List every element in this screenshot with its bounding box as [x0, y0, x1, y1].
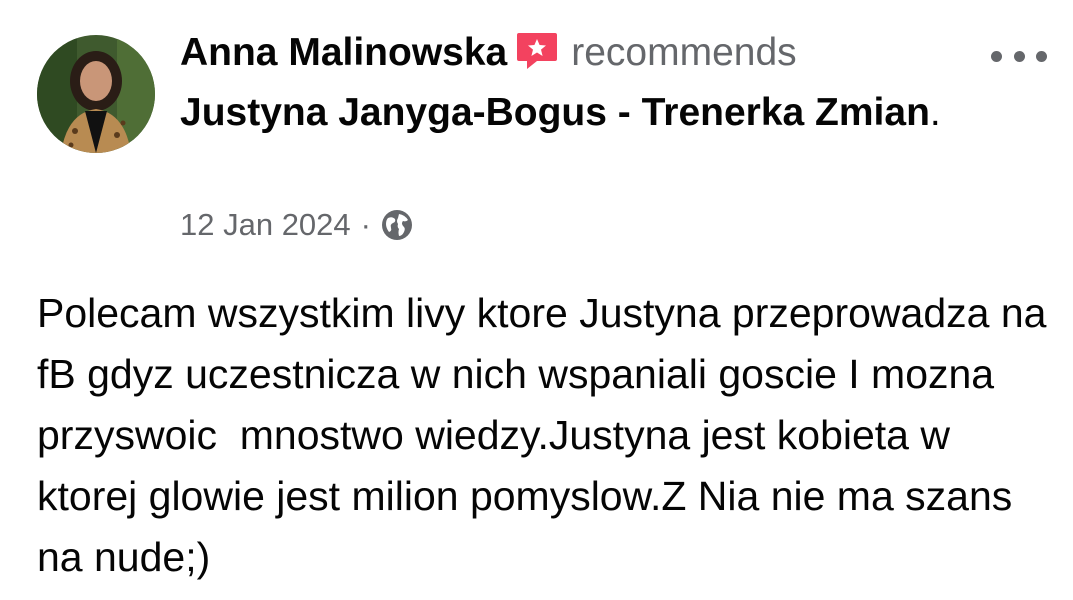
author-name-link[interactable]: Anna Malinowska — [180, 31, 507, 74]
more-options-button[interactable] — [991, 44, 1047, 68]
post-text: Polecam wszystkim livy ktore Justyna prz… — [37, 290, 1058, 580]
avatar-photo — [37, 35, 155, 153]
recommend-star-icon — [515, 31, 559, 86]
post-meta: 12 Jan 2024 · — [180, 205, 413, 245]
post-header: Anna Malinowska recommends Justyna Janyga-… — [180, 26, 980, 140]
header-period: . — [929, 91, 941, 134]
avatar[interactable] — [37, 35, 155, 153]
globe-icon[interactable] — [381, 209, 413, 241]
post-date[interactable]: 12 Jan 2024 — [180, 205, 351, 245]
meta-separator: · — [360, 207, 371, 242]
recommends-text: recommends — [571, 31, 797, 74]
more-options-icon — [991, 50, 1002, 62]
recommended-page-link[interactable]: Justyna Janyga-Bogus - Trenerka Zmian — [180, 91, 930, 134]
